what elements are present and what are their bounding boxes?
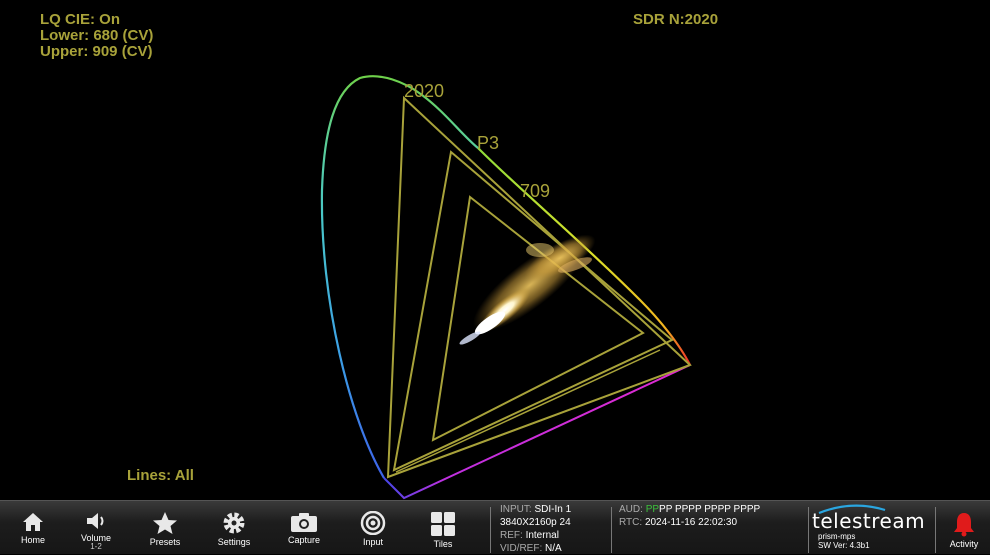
- divider: [490, 507, 491, 553]
- software-version: SW Ver: 4.3b1: [818, 541, 870, 550]
- line-of-purples: [383, 364, 691, 500]
- spectral-locus-left: [320, 75, 479, 479]
- cie-chromaticity-display: LQ CIE: On Lower: 680 (CV) Upper: 909 (C…: [0, 0, 990, 500]
- capture-label: Capture: [287, 535, 321, 545]
- divider: [808, 507, 809, 553]
- volume-button[interactable]: Volume 1-2: [63, 501, 129, 554]
- settings-button[interactable]: Settings: [201, 501, 267, 554]
- tiles-button[interactable]: Tiles: [410, 501, 476, 554]
- label-709: 709: [520, 181, 550, 201]
- rtc-time: 2024-11-16 22:02:30: [644, 517, 738, 528]
- hostname: prism-mps: [818, 532, 856, 541]
- volume-channel: 1-2: [90, 542, 102, 551]
- audio-active-pairs: PP: [645, 504, 660, 515]
- divider: [935, 507, 936, 553]
- home-button[interactable]: Home: [0, 501, 66, 554]
- audio-pairs: PP PPPP PPPP PPPP: [659, 504, 761, 515]
- input-icon: [360, 511, 386, 535]
- input-button[interactable]: Input: [340, 501, 406, 554]
- gear-icon: [223, 512, 245, 534]
- input-label: Input: [362, 537, 384, 547]
- presets-label: Presets: [149, 537, 181, 547]
- tiles-label: Tiles: [433, 539, 453, 549]
- input-status: INPUT: SDI-In 1 3840X2160p 24 REF: Inter…: [500, 504, 572, 554]
- activity-button[interactable]: Activity: [938, 501, 990, 554]
- label-p3: P3: [477, 133, 499, 153]
- capture-button[interactable]: Capture: [271, 501, 337, 554]
- cie-diagram: 2020 P3 709: [320, 75, 692, 500]
- camera-icon: [291, 513, 317, 532]
- audio-rtc-status: AUD: PPPP PPPP PPPP PPPP RTC: 2024-11-16…: [619, 504, 761, 528]
- star-icon: [153, 512, 177, 534]
- logo-swoosh: [818, 504, 886, 514]
- home-label: Home: [20, 535, 45, 545]
- presets-button[interactable]: Presets: [132, 501, 198, 554]
- settings-label: Settings: [217, 537, 251, 547]
- label-2020: 2020: [404, 81, 444, 101]
- speaker-icon: [87, 513, 104, 529]
- activity-label: Activity: [949, 539, 979, 549]
- divider: [611, 507, 612, 553]
- tiles-icon: [431, 512, 455, 536]
- bell-icon: [954, 513, 974, 537]
- telestream-logo: telestream prism-mps SW Ver: 4.3b1: [812, 504, 932, 550]
- home-icon: [23, 513, 43, 531]
